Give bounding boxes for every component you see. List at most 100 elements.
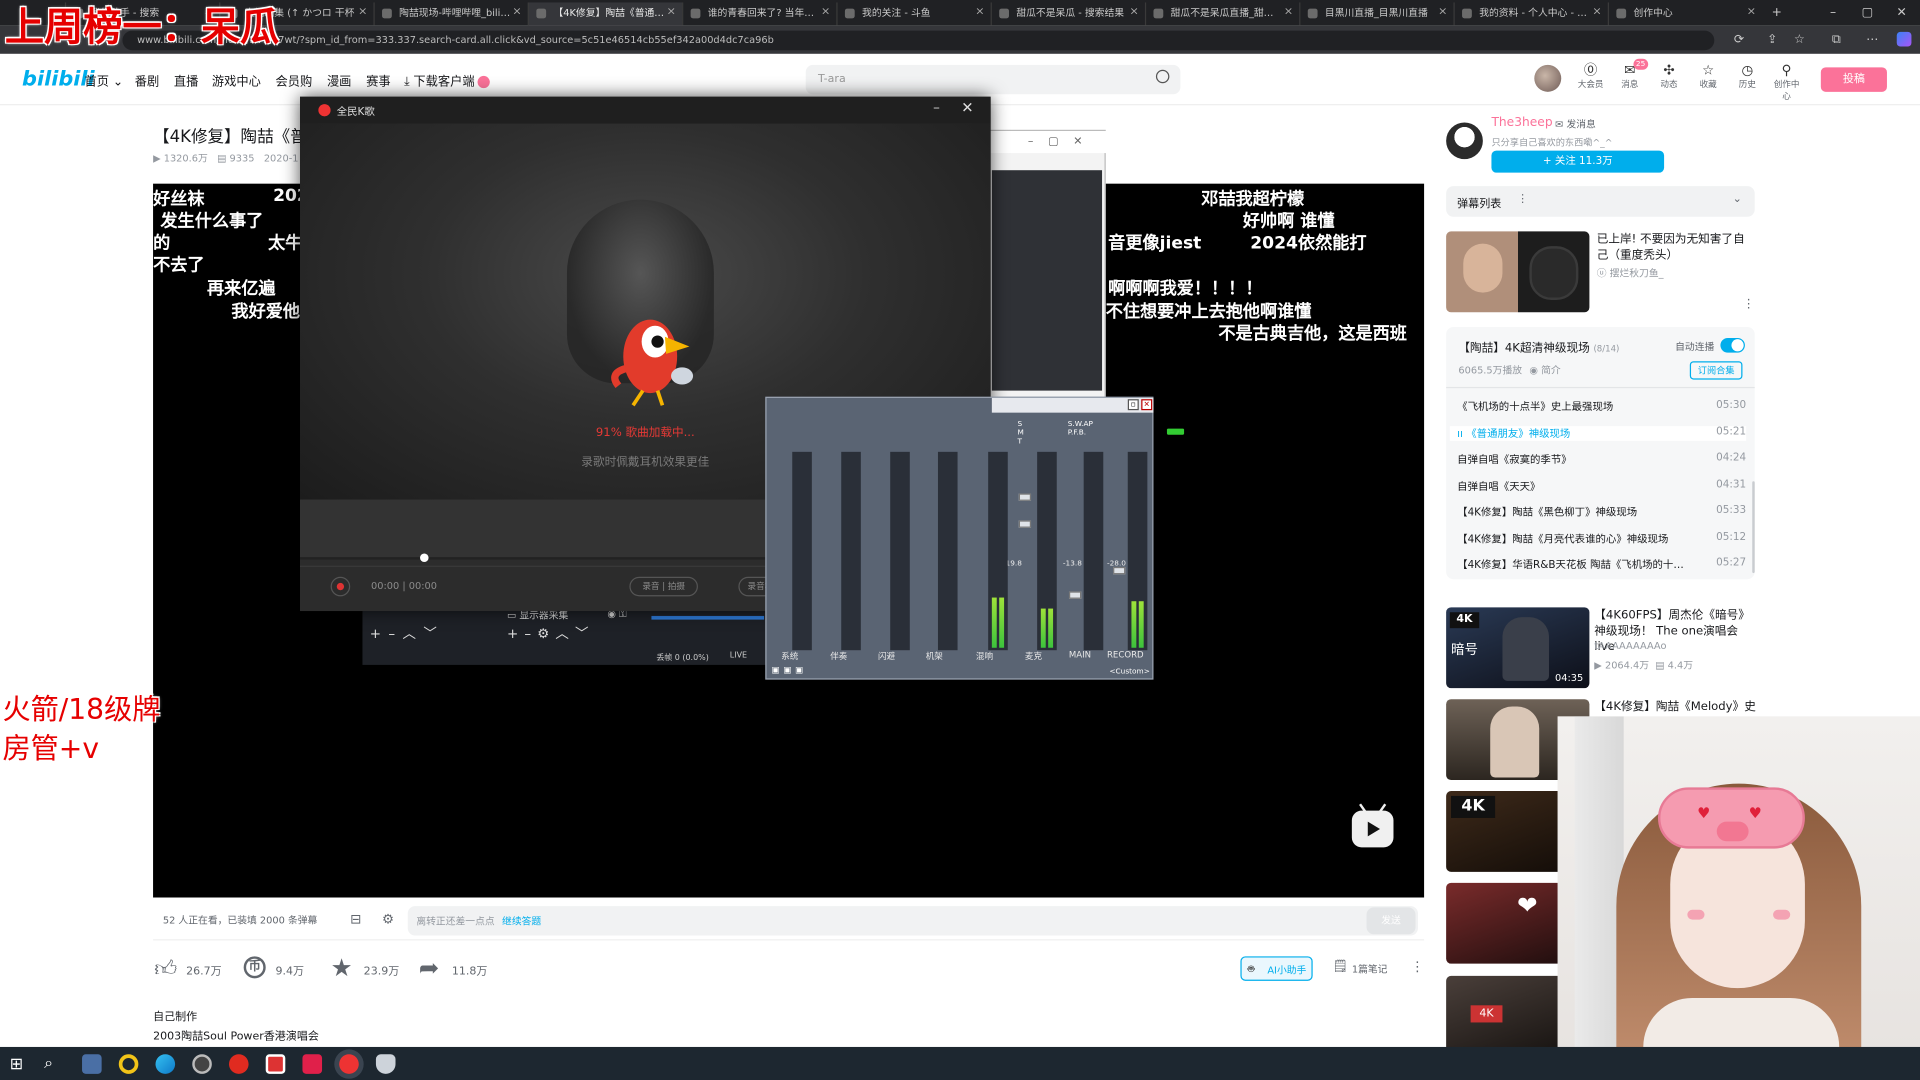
tv-play-icon[interactable] bbox=[1351, 803, 1394, 848]
browser-tab[interactable]: 我的资料 - 个人中心 - 斗鱼 × bbox=[1453, 2, 1607, 26]
browser-tab[interactable]: 我的关注 - 斗鱼 × bbox=[836, 2, 990, 26]
tab-close-icon[interactable]: × bbox=[512, 2, 521, 23]
like-icon[interactable]: 👍︎ bbox=[154, 955, 177, 982]
new-tab-button[interactable]: + bbox=[1758, 0, 1795, 26]
header-history-link[interactable]: ◷ 历史 bbox=[1731, 62, 1763, 90]
playlist-item[interactable]: 【4K修复】华语R&B天花板 陶喆《飞机场的十… 05:27 bbox=[1457, 557, 1746, 572]
playlist-item[interactable]: 自弹自唱《天天》 04:31 bbox=[1457, 478, 1746, 493]
recommend-author-2[interactable]: tAAAAAAAAAo bbox=[1594, 640, 1666, 651]
obs-source-controls[interactable]: +–⚙︿﹀ bbox=[507, 623, 595, 643]
chevron-down-icon[interactable]: ⌄ bbox=[1733, 193, 1742, 205]
start-windows-icon[interactable]: ⊞ bbox=[10, 1056, 23, 1074]
search-input[interactable]: T-ara bbox=[805, 64, 1181, 95]
nav-item[interactable]: 赛事 bbox=[366, 71, 390, 89]
nav-item[interactable]: 漫画 bbox=[327, 71, 351, 89]
minimize-window-button[interactable]: – bbox=[1815, 0, 1852, 26]
taskbar-app-icon-1[interactable] bbox=[82, 1054, 102, 1074]
karaoke-taskbar-icon[interactable] bbox=[339, 1054, 359, 1074]
netease-music-icon[interactable] bbox=[228, 1054, 249, 1074]
recommend-more-icon[interactable]: ⋮ bbox=[1742, 298, 1754, 311]
mixer-mode-buttons[interactable]: ▣▣▣ bbox=[771, 665, 806, 675]
danmaku-settings-icon[interactable]: ⚙ bbox=[382, 911, 394, 927]
nav-item[interactable]: 首页 ⌄ bbox=[84, 71, 123, 89]
close-window-button[interactable]: ✕ bbox=[1883, 0, 1920, 26]
recommend-title-1[interactable]: 已上岸! 不要因为无知害了自己（重度秃头） bbox=[1597, 231, 1754, 263]
url-bar[interactable]: www.bilibili.com/video/BV1...7wt/?spm_id… bbox=[122, 30, 1715, 51]
ai-assistant-button[interactable]: 🤖︎ AI小助手 bbox=[1240, 956, 1313, 981]
notes-link[interactable]: 1篇笔记 bbox=[1352, 962, 1388, 975]
playlist-item[interactable]: 《飞机场的十点半》史上最强现场 05:30 bbox=[1457, 399, 1746, 414]
playlist-intro-link[interactable]: ◉ 简介 bbox=[1529, 364, 1560, 377]
subscribe-collection-button[interactable]: 订阅合集 bbox=[1689, 361, 1743, 380]
tab-close-icon[interactable]: × bbox=[358, 2, 367, 23]
browser-tab[interactable]: 【4K修复】陶喆《普通朋友》 × bbox=[527, 2, 683, 26]
playlist-item[interactable]: 【4K修复】陶喆《月亮代表谁的心》神级现场 05:12 bbox=[1457, 531, 1746, 546]
share-arrow-icon[interactable]: ➦ bbox=[419, 953, 440, 982]
mixer-close-button[interactable]: ✕ bbox=[1141, 399, 1153, 411]
nav-item[interactable]: 直播 bbox=[174, 71, 198, 89]
playlist-scrollbar[interactable] bbox=[1752, 481, 1755, 574]
mixer-fader-knob[interactable] bbox=[1018, 493, 1032, 501]
tab-close-icon[interactable]: × bbox=[1747, 2, 1756, 23]
playlist-title[interactable]: 【陶喆】4K超清神级现场 (8/14) bbox=[1458, 338, 1619, 355]
header-message-link[interactable]: ✉ 消息 25 bbox=[1614, 58, 1648, 90]
uploader-avatar[interactable] bbox=[1446, 122, 1483, 160]
obs-volume-bar[interactable] bbox=[651, 615, 765, 620]
taskbar-search-icon[interactable]: ⌕ bbox=[44, 1054, 53, 1072]
playlist-item[interactable]: 自弹自唱《寂寞的季节》 04:24 bbox=[1457, 452, 1746, 467]
danmaku-toggle-icon[interactable]: ⊟ bbox=[350, 911, 361, 927]
recommend-thumbnail-2[interactable]: 4K 暗号 04:35 bbox=[1446, 607, 1590, 689]
mixer-fader-knob[interactable] bbox=[1068, 591, 1082, 599]
favorite-star-icon[interactable]: ★ bbox=[331, 953, 353, 982]
mixer-fader-knob[interactable] bbox=[1113, 566, 1126, 575]
mixer-channel-meter[interactable] bbox=[792, 451, 812, 651]
playlist-item[interactable]: 【4K修复】陶喆《黑色柳丁》神级现场 05:33 bbox=[1457, 504, 1746, 519]
obs-icon[interactable] bbox=[192, 1054, 212, 1074]
nav-item[interactable]: 番剧 bbox=[135, 71, 159, 89]
menu-icon[interactable]: ⋯ bbox=[1866, 33, 1878, 46]
header-vip-link[interactable]: ⓪ 大会员 bbox=[1575, 62, 1607, 90]
record-shoot-button[interactable]: 录音 | 拍摄 bbox=[629, 576, 698, 597]
mixer-channel-meter[interactable] bbox=[1127, 451, 1148, 651]
follow-button[interactable]: + 关注 11.3万 bbox=[1491, 150, 1665, 173]
nav-item[interactable]: 会员购 bbox=[276, 71, 313, 89]
playlist-item[interactable]: ıı 《普通朋友》神级现场 05:21 bbox=[1449, 425, 1747, 441]
taskbar-app-icon-4[interactable] bbox=[302, 1054, 323, 1074]
browser-tab[interactable]: 创作中心 × bbox=[1607, 2, 1762, 26]
uploader-name[interactable]: The3heep bbox=[1491, 116, 1552, 129]
danmaku-quiz-link[interactable]: 继续答题 bbox=[502, 915, 541, 928]
upload-button[interactable]: 投稿 bbox=[1820, 67, 1887, 92]
coin-icon[interactable]: 币 bbox=[243, 956, 266, 979]
mixer-fader-knob[interactable] bbox=[1018, 520, 1032, 528]
taskbar-app-icon-3[interactable] bbox=[265, 1054, 286, 1074]
send-danmaku-button[interactable]: 发送 bbox=[1366, 907, 1416, 935]
extension-icon[interactable]: ⟳ bbox=[1734, 33, 1744, 46]
recommend-title-3[interactable]: 【4K修复】陶喆《Melody》史 bbox=[1594, 699, 1756, 715]
collections-icon[interactable]: ⧉ bbox=[1832, 33, 1841, 46]
copilot-icon[interactable] bbox=[1896, 31, 1912, 47]
mixer-channel-meter[interactable] bbox=[1083, 451, 1104, 651]
user-avatar[interactable] bbox=[1534, 64, 1562, 92]
search-icon[interactable] bbox=[1155, 69, 1170, 84]
header-dynamic-link[interactable]: ✣ 动态 bbox=[1653, 62, 1685, 90]
browser-tab[interactable]: 目黑川直播_目黑川直播 × bbox=[1299, 2, 1453, 26]
shield-icon[interactable] bbox=[375, 1054, 396, 1074]
taskbar-app-icon-2[interactable] bbox=[118, 1054, 139, 1074]
background-window-controls[interactable]: –▢✕ bbox=[986, 131, 1107, 154]
recommend-thumbnail-1[interactable] bbox=[1446, 231, 1590, 313]
header-favorite-link[interactable]: ☆ 收藏 bbox=[1692, 62, 1724, 90]
tab-close-icon[interactable]: × bbox=[821, 2, 830, 23]
browser-tab[interactable]: 陶喆现场-哔哩哔哩_bilibili × bbox=[373, 2, 527, 26]
maximize-window-button[interactable]: ▢ bbox=[1849, 0, 1886, 26]
edge-browser-icon[interactable] bbox=[155, 1054, 176, 1074]
tab-close-icon[interactable]: × bbox=[975, 2, 984, 23]
header-creator-link[interactable]: ⚲ 创作中心 bbox=[1771, 62, 1803, 102]
send-message-link[interactable]: ✉ 发消息 bbox=[1555, 118, 1596, 131]
browser-tab[interactable]: 谁的青春回来了? 当年风靡 × bbox=[682, 2, 836, 26]
mixer-preset[interactable]: <Custom> bbox=[1109, 667, 1149, 676]
note-icon[interactable]: 🗒︎ bbox=[1332, 960, 1348, 973]
mixer-channel-meter[interactable] bbox=[1037, 451, 1057, 651]
tab-close-icon[interactable]: × bbox=[1438, 2, 1447, 23]
tab-close-icon[interactable]: × bbox=[1592, 2, 1601, 23]
browser-tab[interactable]: 甜瓜不是呆瓜 - 搜索结果 × bbox=[990, 2, 1145, 26]
